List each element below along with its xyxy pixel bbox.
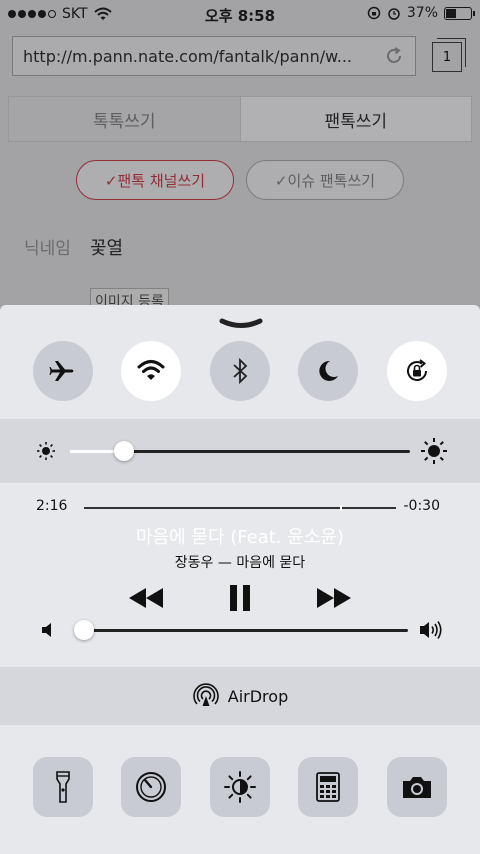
status-right: 37% — [367, 5, 475, 21]
brightness-slider-knob[interactable] — [114, 441, 135, 461]
rewind-button[interactable] — [124, 581, 168, 615]
alarm-status-icon — [388, 8, 400, 20]
chevron-down-icon[interactable] — [218, 317, 264, 333]
pause-button[interactable] — [218, 581, 262, 615]
background-webpage: SKT 오후 8:58 37% http://m.pann.nate.com/f… — [0, 0, 480, 320]
reload-icon[interactable] — [383, 45, 405, 67]
song-artist-album: 장동우 — 마음에 묻다 — [174, 555, 306, 571]
night-shift-icon — [224, 771, 256, 803]
tabs-button[interactable]: 1 — [432, 38, 466, 72]
moon-icon — [319, 360, 338, 381]
control-center: 2:16 -0:30 마음에 묻다 (Feat. 윤소윤) 장동우 — 마음에 … — [0, 305, 480, 854]
issue-fantok-write-button[interactable]: ✓이슈 팬톡쓰기 — [246, 160, 404, 200]
wifi-toggle[interactable] — [121, 341, 181, 401]
volume-low-icon — [42, 623, 51, 637]
elapsed-time: 2:16 — [36, 498, 68, 514]
nickname-label: 닉네임 — [24, 239, 71, 259]
playback-position-marker[interactable] — [339, 505, 342, 511]
brightness-row — [0, 419, 480, 483]
wifi-icon — [137, 360, 165, 380]
song-title[interactable]: 마음에 묻다 (Feat. 윤소윤) — [0, 523, 480, 549]
volume-slider[interactable] — [74, 629, 408, 632]
page-tabs: 톡톡쓰기 팬톡쓰기 — [8, 96, 472, 142]
url-text: http://m.pann.nate.com/fantalk/pann/w... — [23, 46, 352, 66]
airplane-mode-toggle[interactable] — [33, 341, 93, 401]
flashlight-button[interactable] — [33, 757, 93, 817]
volume-slider-knob[interactable] — [74, 620, 95, 640]
rotation-lock-toggle[interactable] — [387, 341, 447, 401]
tab-fantok-write[interactable]: 팬톡쓰기 — [239, 97, 471, 141]
brightness-low-icon — [37, 442, 55, 460]
airdrop-button[interactable]: AirDrop — [0, 667, 480, 725]
calculator-icon — [316, 772, 340, 802]
timer-icon — [136, 772, 166, 802]
camera-icon — [403, 777, 431, 798]
night-shift-button[interactable] — [210, 757, 270, 817]
bluetooth-icon — [233, 357, 248, 385]
flashlight-icon — [56, 771, 70, 803]
rotation-lock-icon — [407, 359, 427, 381]
fast-forward-button[interactable] — [312, 581, 356, 615]
nickname-value: 꽃열 — [90, 238, 124, 259]
pause-icon — [230, 585, 250, 611]
fast-forward-icon — [317, 588, 351, 608]
camera-button[interactable] — [387, 757, 447, 817]
airplane-icon — [49, 361, 74, 381]
timer-button[interactable] — [121, 757, 181, 817]
tab-count-label: 1 — [442, 49, 452, 65]
do-not-disturb-toggle[interactable] — [298, 341, 358, 401]
rewind-icon — [129, 588, 163, 608]
calculator-button[interactable] — [298, 757, 358, 817]
rotation-lock-status-icon — [367, 6, 381, 20]
tab-toktok-write[interactable]: 톡톡쓰기 — [9, 97, 240, 141]
status-bar: SKT 오후 8:58 37% — [0, 0, 480, 28]
airdrop-label: AirDrop — [227, 686, 289, 706]
remaining-time: -0:30 — [403, 498, 441, 514]
fantok-channel-write-button[interactable]: ✓팬톡 채널쓰기 — [76, 160, 234, 200]
volume-high-icon — [420, 621, 442, 639]
airdrop-icon — [192, 683, 219, 706]
battery-percent: 37% — [406, 5, 438, 21]
url-bar[interactable]: http://m.pann.nate.com/fantalk/pann/w... — [12, 36, 416, 76]
brightness-high-icon — [421, 438, 447, 464]
bluetooth-toggle[interactable] — [210, 341, 270, 401]
battery-icon — [444, 6, 475, 20]
playback-scrubber[interactable] — [84, 505, 396, 511]
